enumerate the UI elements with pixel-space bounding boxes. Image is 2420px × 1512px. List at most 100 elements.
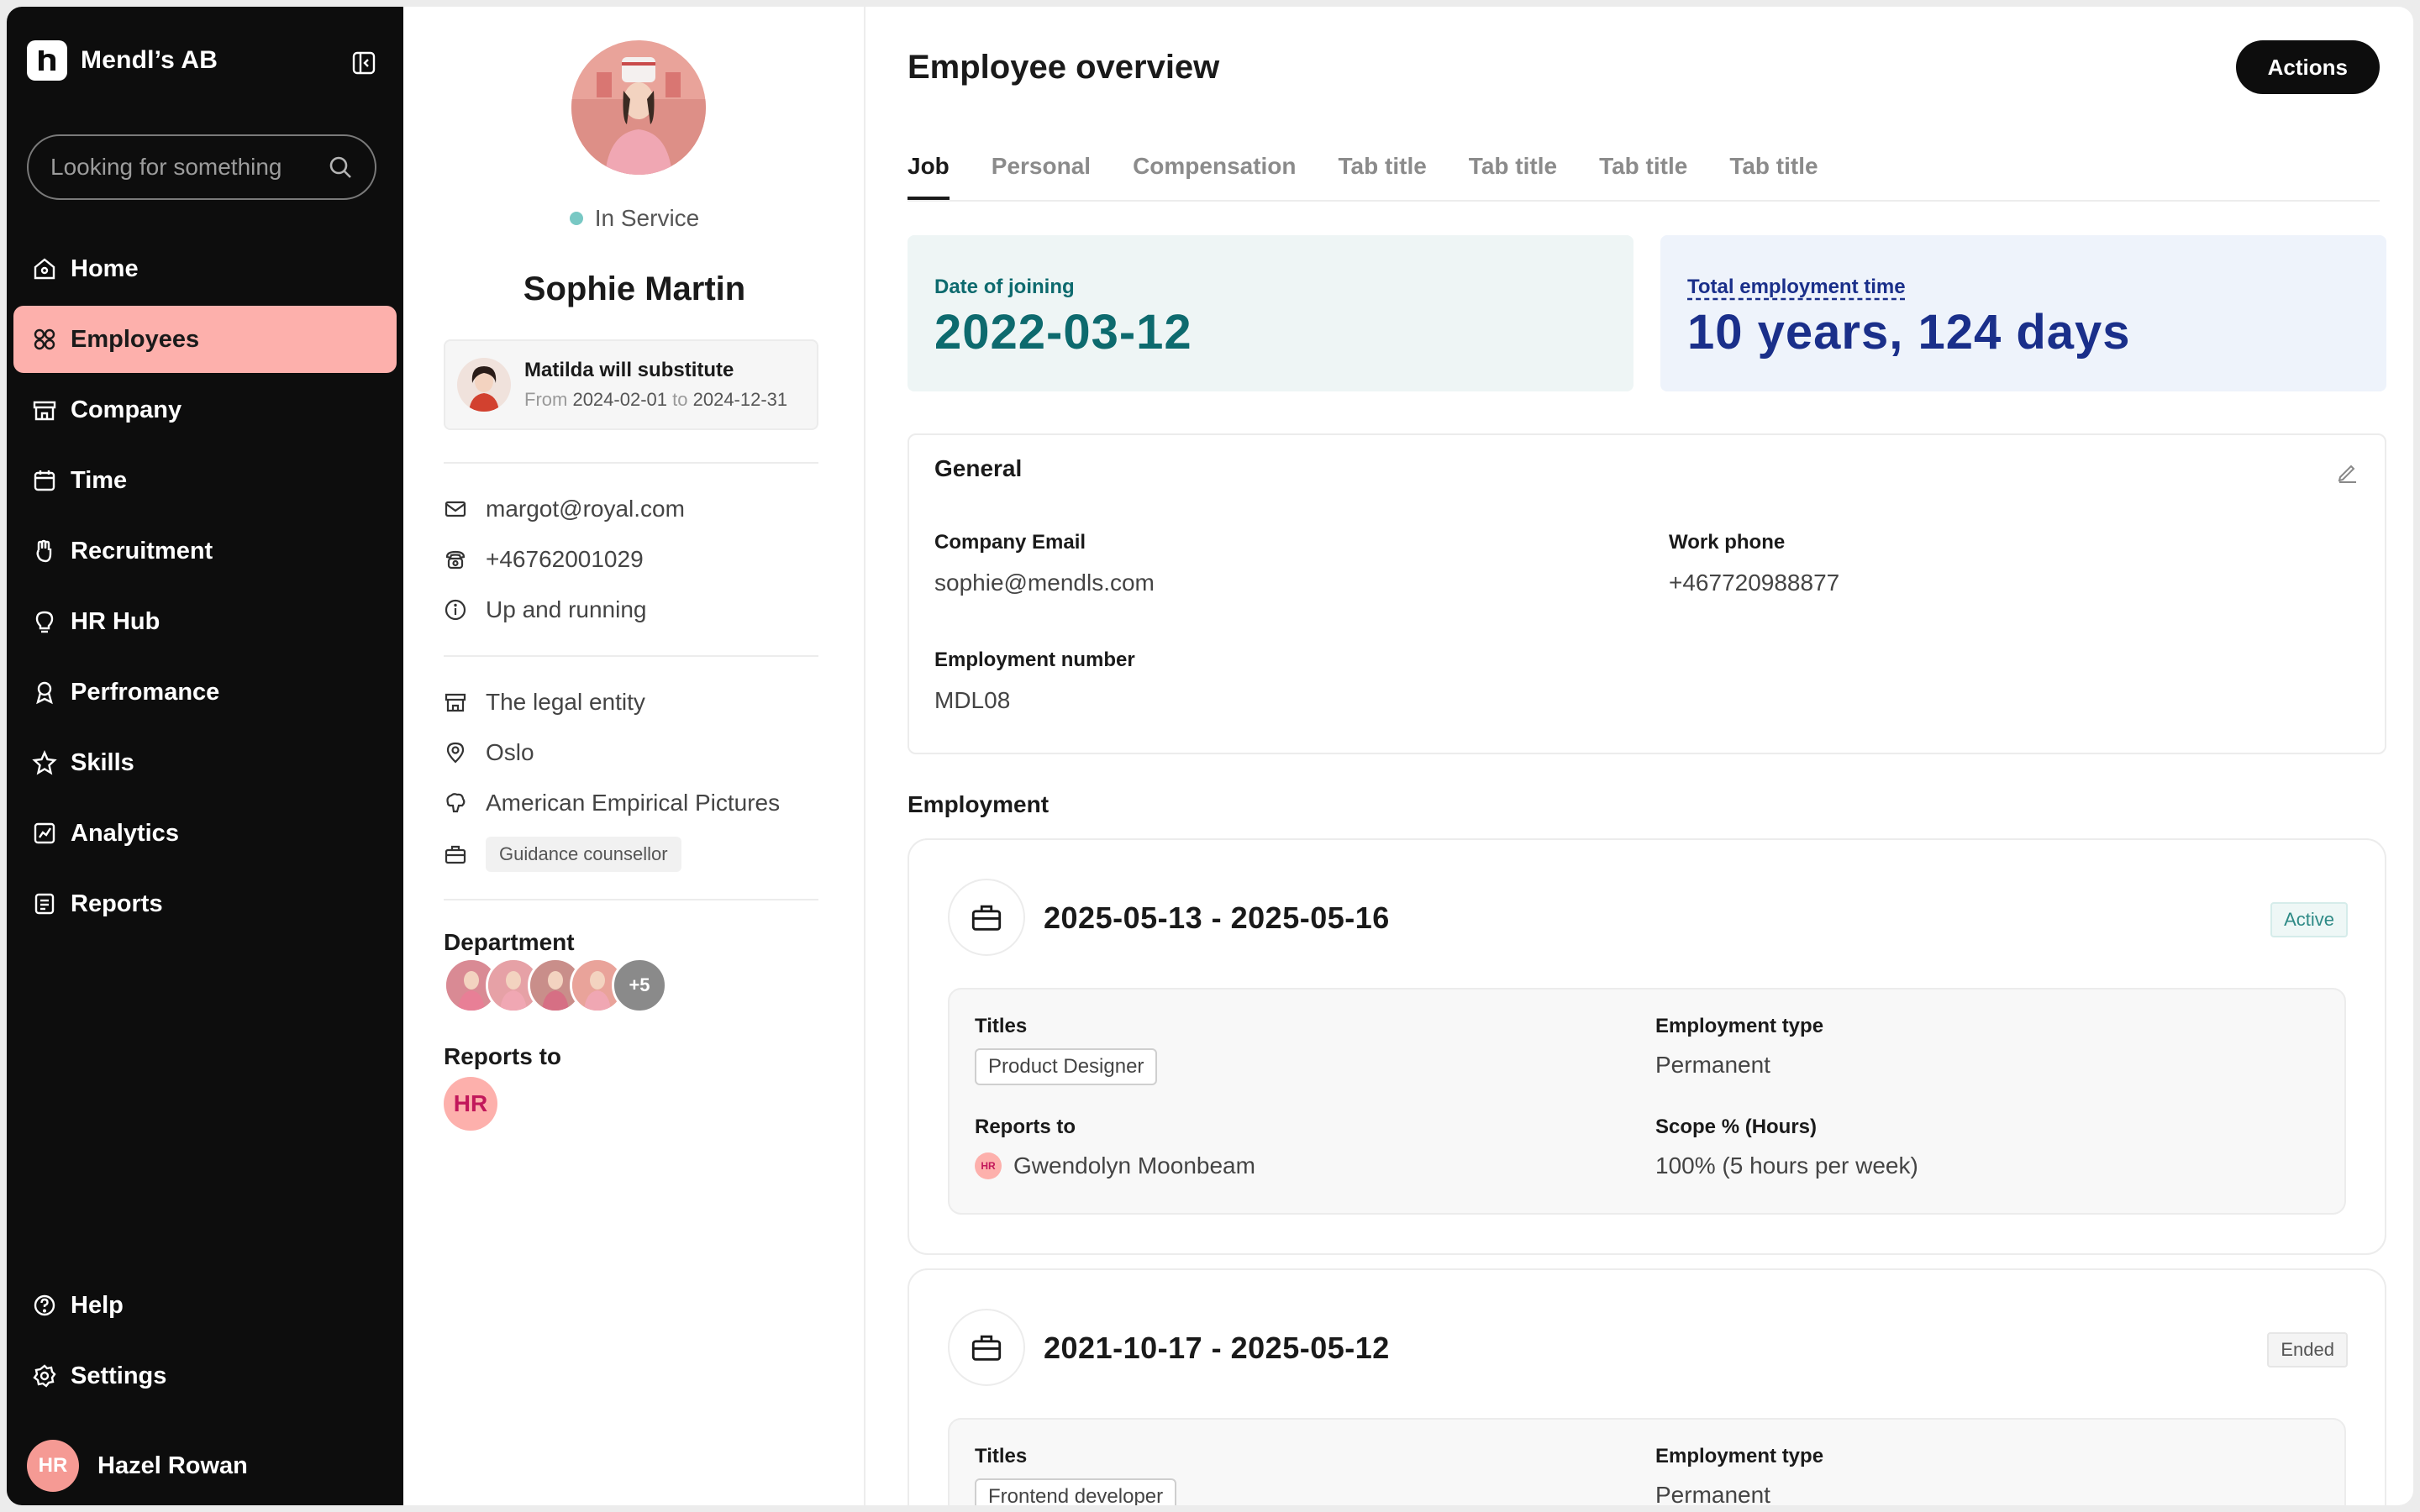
reports-to-person[interactable]: HR Gwendolyn Moonbeam (975, 1152, 1255, 1179)
department-more-count: +5 (612, 958, 667, 1013)
tab-compensation[interactable]: Compensation (1133, 150, 1296, 200)
reports-to-label: Reports to (975, 1116, 1076, 1138)
employment-type-field: Employment type Permanent (1655, 1445, 1823, 1505)
titles-label: Titles (975, 1445, 1028, 1467)
sidebar-item-recruitment[interactable]: Recruitment (13, 517, 397, 585)
sidebar-item-label: Home (71, 255, 139, 282)
divider (444, 655, 818, 657)
contact-phone-text: +46762001029 (486, 546, 644, 572)
sidebar-item-label: Recruitment (71, 537, 213, 564)
organization: American Empirical Pictures (444, 790, 780, 816)
total-employment-label[interactable]: Total employment time (1687, 276, 2360, 299)
sidebar-nav: Home Employees Company Time Recruitment … (7, 235, 403, 941)
tab-5[interactable]: Tab title (1469, 150, 1557, 200)
general-card: General Company Email sophie@mendls.com … (908, 433, 2386, 754)
building-icon (445, 693, 466, 712)
status-badge: Ended (2267, 1332, 2348, 1368)
from-date: 2024-02-01 (572, 389, 667, 410)
sidebar-item-company[interactable]: Company (13, 376, 397, 444)
contact-phone[interactable]: +46762001029 (444, 546, 644, 573)
main-content: Employee overview Actions Job Personal C… (865, 7, 2413, 1505)
total-employment-value: 10 years, 124 days (1687, 305, 2131, 360)
substitute-avatar (457, 358, 511, 412)
info-icon (445, 599, 466, 621)
reports-to-avatar[interactable]: HR (444, 1077, 497, 1131)
help-icon (34, 1294, 55, 1316)
employment-type-value: Permanent (1655, 1482, 1770, 1505)
employment-date-range: 2021-10-17 - 2025-05-12 (1044, 1331, 1390, 1365)
employment-card[interactable]: 2025-05-13 - 2025-05-16 Active Titles Pr… (908, 838, 2386, 1255)
sidebar-item-analytics[interactable]: Analytics (13, 800, 397, 867)
chart-icon (34, 822, 55, 844)
sidebar-item-skills[interactable]: Skills (13, 729, 397, 796)
sidebar-item-label: Employees (71, 325, 200, 353)
sidebar-item-label: HR Hub (71, 607, 160, 635)
page-title: Employee overview (908, 49, 1220, 86)
search-input[interactable]: Looking for something (27, 134, 376, 200)
role-tag: Guidance counsellor (486, 837, 681, 872)
tab-job[interactable]: Job (908, 150, 950, 200)
reports-to-label: Reports to (444, 1043, 561, 1069)
employment-number-field: Employment number MDL08 (934, 648, 1135, 714)
sidebar-item-reports[interactable]: Reports (13, 870, 397, 937)
sidebar-item-label: Analytics (71, 819, 179, 847)
sidebar: Mendl’s AB Looking for something Home Em… (7, 7, 403, 1505)
status-label: In Service (594, 205, 700, 231)
company-email-label: Company Email (934, 531, 1086, 554)
from-label: From (524, 389, 568, 410)
sidebar-item-performance[interactable]: Perfromance (13, 659, 397, 726)
department-avatars[interactable]: +5 (444, 958, 667, 1013)
substitute-dates: From 2024-02-01 to 2024-12-31 (524, 389, 787, 411)
edit-icon[interactable] (2336, 460, 2360, 484)
tab-6[interactable]: Tab title (1599, 150, 1687, 200)
sidebar-item-hr-hub[interactable]: HR Hub (13, 588, 397, 655)
department-label: Department (444, 929, 575, 955)
titles-field: Titles Frontend developer (975, 1445, 1177, 1505)
tab-personal[interactable]: Personal (992, 150, 1091, 200)
organization-text: American Empirical Pictures (486, 790, 781, 816)
work-phone-label: Work phone (1669, 531, 1786, 554)
user-menu[interactable]: HR Hazel Rowan (27, 1440, 248, 1492)
collapse-sidebar-icon[interactable] (351, 50, 376, 76)
reports-to-name: Gwendolyn Moonbeam (1013, 1152, 1255, 1179)
scope-value: 100% (5 hours per week) (1655, 1152, 1918, 1179)
actions-button[interactable]: Actions (2235, 40, 2380, 94)
legal-entity-text: The legal entity (486, 689, 645, 715)
tab-4[interactable]: Tab title (1339, 150, 1427, 200)
org-icon (446, 793, 466, 813)
contact-email[interactable]: margot@royal.com (444, 496, 685, 522)
employment-card[interactable]: 2021-10-17 - 2025-05-12 Ended Titles Fro… (908, 1268, 2386, 1505)
employment-number-label: Employment number (934, 648, 1135, 671)
contact-status: Up and running (444, 596, 646, 623)
employment-heading: Employment (908, 791, 1050, 817)
work-phone-value: +467720988877 (1669, 570, 1840, 596)
home-icon (34, 258, 55, 280)
sidebar-item-help[interactable]: Help (13, 1272, 397, 1339)
award-icon (36, 681, 53, 705)
title-chip: Frontend developer (975, 1478, 1177, 1505)
sidebar-item-settings[interactable]: Settings (13, 1342, 397, 1410)
company-icon (33, 401, 56, 421)
employment-number-value: MDL08 (934, 687, 1011, 713)
employment-type-label: Employment type (1655, 1015, 1824, 1037)
substitute-card[interactable]: Matilda will substitute From 2024-02-01 … (444, 339, 818, 430)
employment-details: Titles Frontend developer Employment typ… (948, 1418, 2346, 1505)
tab-7[interactable]: Tab title (1729, 150, 1818, 200)
date-of-joining-card: Date of joining 2022-03-12 (908, 235, 1634, 391)
sidebar-item-employees[interactable]: Employees (13, 306, 397, 373)
location-icon (446, 742, 465, 764)
sidebar-item-label: Time (71, 466, 128, 494)
phone-icon (445, 550, 466, 570)
company-switcher[interactable]: Mendl’s AB (27, 40, 218, 81)
status-dot (569, 212, 583, 225)
titles-field: Titles Product Designer (975, 1015, 1158, 1085)
star-icon (32, 750, 57, 775)
divider (444, 462, 818, 464)
scope-label: Scope % (Hours) (1655, 1116, 1818, 1138)
sidebar-item-time[interactable]: Time (13, 447, 397, 514)
sidebar-item-home[interactable]: Home (13, 235, 397, 302)
briefcase-icon (948, 879, 1025, 956)
sidebar-item-label: Reports (71, 890, 163, 917)
profile-photo (571, 40, 706, 175)
employment-type-label: Employment type (1655, 1445, 1824, 1467)
